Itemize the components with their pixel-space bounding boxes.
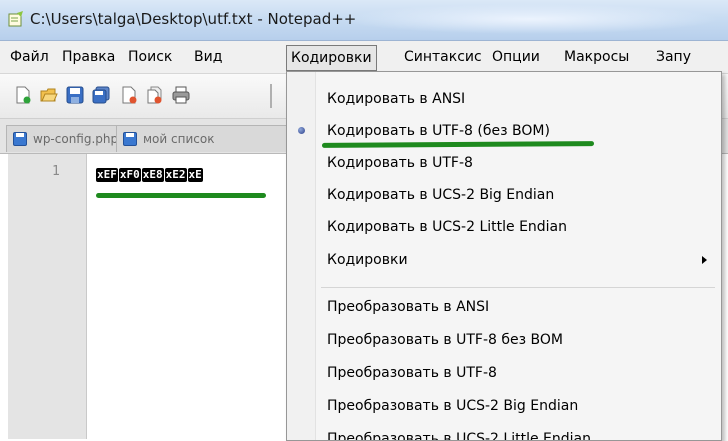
close-file-icon[interactable]	[120, 86, 138, 104]
menu-item-label: Преобразовать в UTF-8 без BOM	[327, 332, 563, 348]
menu-item-label: Кодировать в UCS-2 Little Endian	[327, 219, 568, 235]
hex-token: xE	[187, 168, 203, 182]
title-bar: C:\Users\talga\Desktop\utf.txt - Notepad…	[0, 0, 728, 41]
menu-item-encode-ucs2-be[interactable]: Кодировать в UCS-2 Big Endian	[287, 178, 721, 212]
print-icon[interactable]	[172, 86, 190, 104]
saved-file-icon	[123, 132, 137, 146]
close-all-icon[interactable]	[146, 86, 164, 104]
menu-item-label: Преобразовать в ANSI	[327, 299, 490, 315]
menu-item-convert-utf8-no-bom[interactable]: Преобразовать в UTF-8 без BOM	[287, 323, 721, 357]
code-line[interactable]: xEF xF0 xE8 xE2 xE	[96, 166, 204, 182]
menu-item-encode-ucs2-le[interactable]: Кодировать в UCS-2 Little Endian	[287, 210, 721, 244]
menu-bar: Файл Правка Поиск Вид Кодировки Синтакси…	[0, 41, 728, 74]
menu-item-convert-ucs2-be[interactable]: Преобразовать в UCS-2 Big Endian	[287, 389, 721, 423]
save-icon[interactable]	[66, 86, 84, 104]
menu-item-label: Преобразовать в UTF-8	[327, 365, 497, 381]
menu-item-label: Кодировать в UCS-2 Big Endian	[327, 187, 555, 203]
line-number: 1	[52, 164, 60, 179]
menu-syntax[interactable]: Синтаксис	[400, 47, 486, 67]
hex-token: xE8	[141, 168, 164, 182]
menu-item-label: Кодировать в ANSI	[327, 91, 466, 107]
line-number-gutter: 1	[8, 154, 87, 439]
menu-file[interactable]: Файл	[6, 47, 53, 67]
menu-edit[interactable]: Правка	[58, 47, 119, 67]
menu-view[interactable]: Вид	[190, 47, 226, 67]
menu-item-label: Преобразовать в UCS-2 Big Endian	[327, 398, 579, 414]
hex-token: xEF	[96, 168, 118, 182]
hex-token: xE2	[164, 168, 187, 182]
submenu-arrow-icon	[702, 256, 707, 264]
code-highlight-underline	[96, 193, 266, 198]
menu-item-encode-ansi[interactable]: Кодировать в ANSI	[287, 82, 721, 116]
toolbar-separator	[270, 84, 272, 108]
menu-item-label: Кодировать в UTF-8	[327, 155, 473, 171]
menu-run[interactable]: Запу	[652, 47, 695, 67]
save-all-icon[interactable]	[92, 86, 110, 104]
menu-item-convert-utf8[interactable]: Преобразовать в UTF-8	[287, 356, 721, 390]
window-title: C:\Users\talga\Desktop\utf.txt - Notepad…	[30, 10, 357, 28]
radio-checked-icon	[298, 127, 305, 134]
menu-item-convert-ucs2-le[interactable]: Преобразовать в UCS-2 Little Endian	[287, 422, 721, 441]
saved-file-icon	[13, 132, 27, 146]
menu-options[interactable]: Опции	[488, 47, 544, 67]
menu-encoding[interactable]: Кодировки	[286, 45, 377, 71]
menu-item-convert-ansi[interactable]: Преобразовать в ANSI	[287, 290, 721, 324]
title-bar-glow	[340, 4, 720, 34]
menu-separator	[321, 287, 715, 288]
menu-search[interactable]: Поиск	[124, 47, 176, 67]
menu-item-encode-utf8[interactable]: Кодировать в UTF-8	[287, 146, 721, 180]
menu-macros[interactable]: Макросы	[560, 47, 633, 67]
encoding-dropdown-menu: Кодировать в ANSI Кодировать в UTF-8 (бе…	[286, 71, 722, 441]
menu-item-encodings-submenu[interactable]: Кодировки	[287, 243, 721, 277]
hex-token: xF0	[118, 168, 141, 182]
tab-label: wp-config.php	[33, 132, 119, 146]
tab-label: мой список	[143, 132, 215, 146]
new-file-icon[interactable]	[14, 86, 32, 104]
notepad-plus-plus-icon	[8, 11, 23, 27]
tab-my-list[interactable]: мой список	[116, 125, 298, 152]
menu-item-label: Преобразовать в UCS-2 Little Endian	[327, 431, 591, 441]
menu-item-label: Кодировки	[327, 252, 408, 268]
open-file-icon[interactable]	[40, 86, 58, 104]
